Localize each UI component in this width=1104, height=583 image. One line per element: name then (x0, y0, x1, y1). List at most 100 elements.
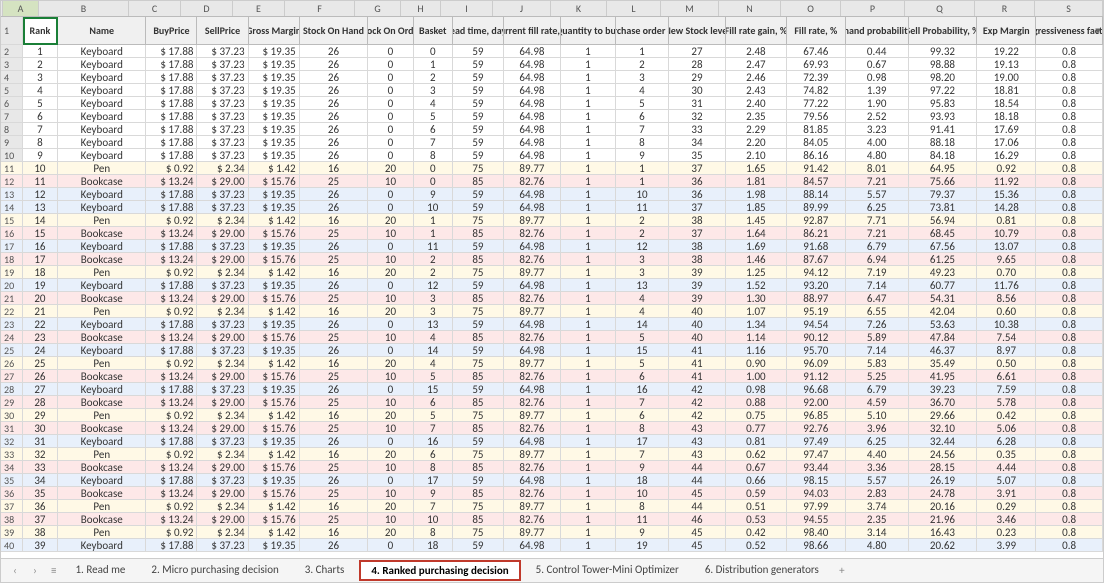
cell-name[interactable]: Bookcase (58, 461, 146, 474)
cell-poq[interactable]: 4 (616, 292, 669, 305)
cell-gm[interactable]: $ 1.42 (249, 526, 300, 539)
cell-frg[interactable]: 2.48 (726, 45, 787, 58)
column-header-M[interactable]: M (661, 1, 719, 16)
cell-rank[interactable]: 4 (23, 84, 58, 97)
row-header[interactable]: 17 (1, 240, 23, 253)
cell-buy[interactable]: $ 17.88 (146, 71, 197, 84)
cell-soh[interactable]: 25 (300, 227, 369, 240)
cell-agr[interactable]: 0.8 (1036, 344, 1103, 357)
cell-ns[interactable]: 45 (669, 539, 726, 552)
cell-qty[interactable]: 1 (561, 344, 616, 357)
header-cell[interactable]: Name▾ (58, 17, 146, 45)
cell-frg[interactable]: 2.40 (726, 97, 787, 110)
cell-buy[interactable]: $ 17.88 (146, 58, 197, 71)
cell-frg[interactable]: 0.81 (726, 435, 787, 448)
cell-qty[interactable]: 1 (561, 123, 616, 136)
cell-sell[interactable]: $ 37.23 (197, 279, 248, 292)
cell-ns[interactable]: 41 (669, 357, 726, 370)
cell-sp[interactable]: 95.83 (909, 97, 978, 110)
cell-sell[interactable]: $ 37.23 (197, 383, 248, 396)
cell-ns[interactable]: 43 (669, 422, 726, 435)
cell-sp[interactable]: 35.49 (909, 357, 978, 370)
cell-frg[interactable]: 0.42 (726, 526, 787, 539)
cell-cfr[interactable]: 89.77 (504, 448, 561, 461)
cell-agr[interactable]: 0.8 (1036, 331, 1103, 344)
cell-ns[interactable]: 29 (669, 71, 726, 84)
cell-rank[interactable]: 5 (23, 97, 58, 110)
cell-gm[interactable]: $ 15.76 (249, 331, 300, 344)
cell-basket[interactable]: 3 (414, 292, 453, 305)
cell-sell[interactable]: $ 29.00 (197, 513, 248, 526)
cell-fr[interactable]: 87.67 (787, 253, 846, 266)
cell-dp[interactable]: 6.47 (846, 292, 909, 305)
cell-agr[interactable]: 0.8 (1036, 487, 1103, 500)
cell-lead[interactable]: 75 (453, 266, 504, 279)
cell-buy[interactable]: $ 0.92 (146, 266, 197, 279)
sheet-tab[interactable]: 2. Micro purchasing decision (140, 560, 289, 581)
cell-fr[interactable]: 96.68 (787, 383, 846, 396)
cell-ns[interactable]: 44 (669, 461, 726, 474)
row-header[interactable]: 28 (1, 383, 23, 396)
filter-dropdown-icon[interactable]: ▾ (1094, 27, 1102, 35)
cell-basket[interactable]: 2 (414, 71, 453, 84)
cell-em[interactable]: 6.28 (977, 435, 1036, 448)
cell-buy[interactable]: $ 0.92 (146, 162, 197, 175)
cell-qty[interactable]: 1 (561, 266, 616, 279)
cell-soh[interactable]: 25 (300, 396, 369, 409)
cell-ns[interactable]: 36 (669, 188, 726, 201)
cell-gm[interactable]: $ 1.42 (249, 266, 300, 279)
row-header[interactable]: 18 (1, 253, 23, 266)
cell-ns[interactable]: 37 (669, 162, 726, 175)
cell-qty[interactable]: 1 (561, 253, 616, 266)
cell-rank[interactable]: 30 (23, 422, 58, 435)
cell-fr[interactable]: 77.22 (787, 97, 846, 110)
cell-soh[interactable]: 25 (300, 513, 369, 526)
cell-gm[interactable]: $ 19.35 (249, 474, 300, 487)
cell-soo[interactable]: 10 (368, 513, 413, 526)
cell-agr[interactable]: 0.8 (1036, 292, 1103, 305)
cell-sp[interactable]: 54.31 (909, 292, 978, 305)
column-header-I[interactable]: I (441, 1, 493, 16)
cell-poq[interactable]: 7 (616, 396, 669, 409)
cell-lead[interactable]: 85 (453, 422, 504, 435)
cell-frg[interactable]: 0.59 (726, 487, 787, 500)
cell-gm[interactable]: $ 19.35 (249, 344, 300, 357)
cell-dp[interactable]: 3.96 (846, 422, 909, 435)
cell-cfr[interactable]: 64.98 (504, 110, 561, 123)
cell-buy[interactable]: $ 17.88 (146, 149, 197, 162)
cell-name[interactable]: Pen (58, 266, 146, 279)
cell-gm[interactable]: $ 19.35 (249, 58, 300, 71)
cell-lead[interactable]: 85 (453, 331, 504, 344)
cell-lead[interactable]: 59 (453, 383, 504, 396)
cell-ns[interactable]: 39 (669, 292, 726, 305)
cell-buy[interactable]: $ 13.24 (146, 370, 197, 383)
cell-lead[interactable]: 75 (453, 448, 504, 461)
cell-name[interactable]: Keyboard (58, 149, 146, 162)
cell-rank[interactable]: 13 (23, 201, 58, 214)
cell-dp[interactable]: 4.80 (846, 539, 909, 552)
cell-buy[interactable]: $ 17.88 (146, 318, 197, 331)
cell-sp[interactable]: 98.88 (909, 58, 978, 71)
cell-rank[interactable]: 9 (23, 149, 58, 162)
cell-poq[interactable]: 19 (616, 539, 669, 552)
cell-gm[interactable]: $ 15.76 (249, 461, 300, 474)
cell-buy[interactable]: $ 17.88 (146, 344, 197, 357)
cell-cfr[interactable]: 64.98 (504, 123, 561, 136)
cell-gm[interactable]: $ 1.42 (249, 214, 300, 227)
cell-rank[interactable]: 18 (23, 266, 58, 279)
cell-name[interactable]: Pen (58, 357, 146, 370)
cell-soo[interactable]: 20 (368, 266, 413, 279)
cell-agr[interactable]: 0.8 (1036, 201, 1103, 214)
cell-basket[interactable]: 5 (414, 110, 453, 123)
cell-basket[interactable]: 0 (414, 45, 453, 58)
cell-soh[interactable]: 26 (300, 188, 369, 201)
cell-frg[interactable]: 2.47 (726, 58, 787, 71)
cell-agr[interactable]: 0.8 (1036, 253, 1103, 266)
cell-frg[interactable]: 2.29 (726, 123, 787, 136)
cell-soo[interactable]: 10 (368, 370, 413, 383)
cell-em[interactable]: 0.23 (977, 526, 1036, 539)
cell-ns[interactable]: 27 (669, 45, 726, 58)
row-header[interactable]: 20 (1, 279, 23, 292)
cell-gm[interactable]: $ 15.76 (249, 487, 300, 500)
cell-ns[interactable]: 45 (669, 487, 726, 500)
